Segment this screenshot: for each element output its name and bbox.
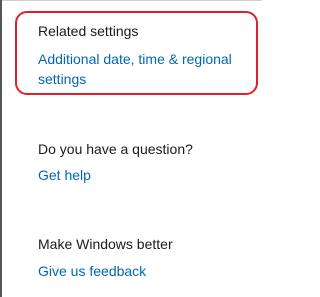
related-settings-heading: Related settings	[38, 23, 139, 39]
question-heading: Do you have a question?	[38, 141, 193, 157]
settings-side-panel: Related settings Additional date, time &…	[0, 0, 262, 297]
make-windows-better-heading: Make Windows better	[38, 236, 173, 252]
additional-date-time-regional-settings-link[interactable]: Additional date, time & regional setting…	[38, 49, 256, 89]
get-help-link[interactable]: Get help	[38, 165, 91, 185]
left-divider	[0, 0, 2, 297]
top-divider	[0, 0, 262, 1]
give-feedback-link[interactable]: Give us feedback	[38, 261, 146, 281]
